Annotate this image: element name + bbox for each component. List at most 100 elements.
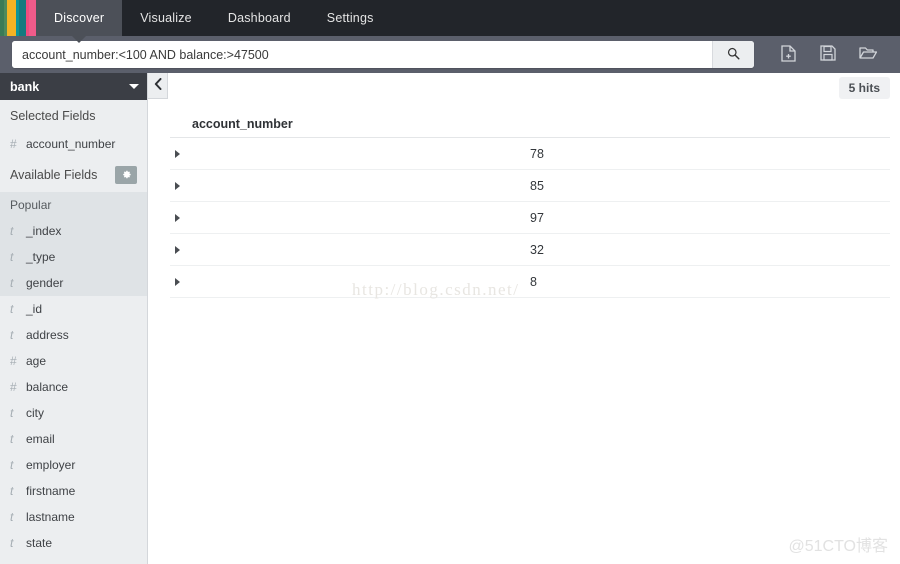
string-type-icon: t xyxy=(10,432,24,446)
open-search-button[interactable] xyxy=(848,40,888,70)
field-label: firstname xyxy=(26,484,75,498)
collapse-sidebar-button[interactable] xyxy=(148,73,168,99)
available-fields-label: Available Fields xyxy=(10,168,97,182)
search-icon xyxy=(727,47,740,63)
field-label: _index xyxy=(26,224,61,238)
tab-settings[interactable]: Settings xyxy=(309,0,392,36)
table-row[interactable]: 85 xyxy=(170,170,890,202)
search-input[interactable] xyxy=(12,41,712,68)
field-row-_index[interactable]: t _index xyxy=(0,218,147,244)
string-type-icon: t xyxy=(10,406,24,420)
field-row-firstname[interactable]: t firstname xyxy=(0,478,147,504)
string-type-icon: t xyxy=(10,224,24,238)
table-head: account_number xyxy=(170,117,890,138)
field-row-balance[interactable]: # balance xyxy=(0,374,147,400)
index-pattern-selector[interactable]: bank xyxy=(0,73,147,100)
field-row-state[interactable]: t state xyxy=(0,530,147,556)
table-header-row: account_number xyxy=(170,117,890,138)
available-fields-header: Available Fields xyxy=(0,157,147,192)
cell-account_number: 85 xyxy=(530,170,890,202)
gear-icon xyxy=(121,168,132,183)
selected-fields-list: # account_number xyxy=(0,131,147,157)
string-type-icon: t xyxy=(10,250,24,264)
tab-discover[interactable]: Discover xyxy=(36,0,122,36)
expand-row-button[interactable] xyxy=(170,138,530,170)
field-row-lastname[interactable]: t lastname xyxy=(0,504,147,530)
field-label: account_number xyxy=(26,137,115,151)
tab-discover-label: Discover xyxy=(54,11,104,25)
field-row-account_number[interactable]: # account_number xyxy=(0,131,147,157)
new-search-icon xyxy=(781,45,796,65)
chevron-down-icon xyxy=(129,84,139,89)
tab-dashboard-label: Dashboard xyxy=(228,11,291,25)
field-label: lastname xyxy=(26,510,75,524)
field-label: city xyxy=(26,406,44,420)
number-type-icon: # xyxy=(10,137,24,151)
search-button[interactable] xyxy=(712,41,754,68)
string-type-icon: t xyxy=(10,484,24,498)
field-row-address[interactable]: t address xyxy=(0,322,147,348)
triangle-right-icon xyxy=(175,150,180,158)
string-type-icon: t xyxy=(10,536,24,550)
field-row-age[interactable]: # age xyxy=(0,348,147,374)
triangle-right-icon xyxy=(175,278,180,286)
tab-settings-label: Settings xyxy=(327,11,374,25)
expand-row-button[interactable] xyxy=(170,266,530,298)
tab-visualize-label: Visualize xyxy=(140,11,192,25)
expand-row-button[interactable] xyxy=(170,170,530,202)
table-row[interactable]: 32 xyxy=(170,234,890,266)
save-search-button[interactable] xyxy=(808,40,848,70)
query-bar xyxy=(0,36,900,73)
field-label: balance xyxy=(26,380,68,394)
field-label: state xyxy=(26,536,52,550)
index-pattern-label: bank xyxy=(10,80,39,94)
query-bar-actions xyxy=(768,40,888,70)
number-type-icon: # xyxy=(10,354,24,368)
column-header-account_number[interactable]: account_number xyxy=(170,117,890,138)
hits-count: 5 hits xyxy=(839,77,890,99)
nav-tab-list: Discover Visualize Dashboard Settings xyxy=(36,0,392,36)
string-type-icon: t xyxy=(10,276,24,290)
field-label: gender xyxy=(26,276,63,290)
field-label: employer xyxy=(26,458,75,472)
open-search-icon xyxy=(859,46,877,63)
query-input-group xyxy=(12,41,754,68)
string-type-icon: t xyxy=(10,458,24,472)
new-search-button[interactable] xyxy=(768,40,808,70)
table-row[interactable]: 97 xyxy=(170,202,890,234)
string-type-icon: t xyxy=(10,510,24,524)
field-row-_type[interactable]: t _type xyxy=(0,244,147,270)
table-body: 78 85 97 32 xyxy=(170,138,890,298)
table-row[interactable]: 78 xyxy=(170,138,890,170)
field-sidebar: bank Selected Fields # account_number Av… xyxy=(0,73,148,564)
tab-dashboard[interactable]: Dashboard xyxy=(210,0,309,36)
available-fields-list: t _id t address # age # balance t city t… xyxy=(0,296,147,556)
triangle-right-icon xyxy=(175,246,180,254)
field-row-city[interactable]: t city xyxy=(0,400,147,426)
selected-fields-header: Selected Fields xyxy=(0,100,147,131)
save-search-icon xyxy=(820,45,836,64)
app-body: bank Selected Fields # account_number Av… xyxy=(0,73,900,564)
field-row-employer[interactable]: t employer xyxy=(0,452,147,478)
chevron-left-icon xyxy=(154,78,162,93)
field-label: email xyxy=(26,432,55,446)
popular-section-label: Popular xyxy=(0,192,147,218)
table-row[interactable]: 8 xyxy=(170,266,890,298)
number-type-icon: # xyxy=(10,380,24,394)
field-settings-button[interactable] xyxy=(115,166,137,184)
field-row-_id[interactable]: t _id xyxy=(0,296,147,322)
popular-fields-list: t _index t _type t gender xyxy=(0,218,147,296)
field-row-email[interactable]: t email xyxy=(0,426,147,452)
expand-row-button[interactable] xyxy=(170,202,530,234)
string-type-icon: t xyxy=(10,328,24,342)
expand-row-button[interactable] xyxy=(170,234,530,266)
tab-visualize[interactable]: Visualize xyxy=(122,0,210,36)
field-row-gender[interactable]: t gender xyxy=(0,270,147,296)
selected-fields-label: Selected Fields xyxy=(10,109,95,123)
field-label: _id xyxy=(26,302,42,316)
string-type-icon: t xyxy=(10,302,24,316)
top-navbar: Discover Visualize Dashboard Settings xyxy=(0,0,900,36)
triangle-right-icon xyxy=(175,182,180,190)
main-content: 5 hits account_number 78 xyxy=(148,73,900,564)
cell-account_number: 97 xyxy=(530,202,890,234)
